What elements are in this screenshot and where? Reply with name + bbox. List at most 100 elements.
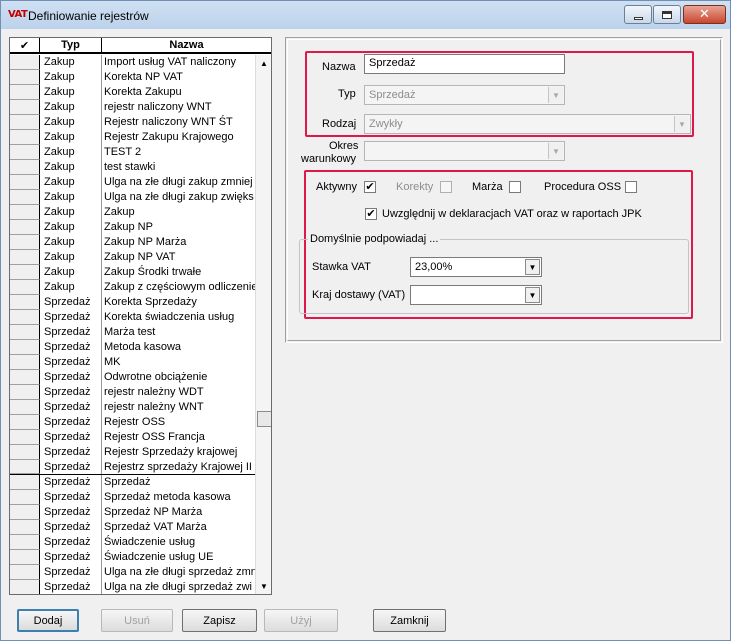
register-grid[interactable]: ✔ Typ Nazwa Zakup Import usług VAT nalicz… [9,37,272,595]
table-row[interactable]: Sprzedaż Świadczenie usług [10,535,255,550]
okres-select[interactable]: ▼ [364,141,565,161]
table-row[interactable]: Zakup Ulga na złe długi zakup zwięks [10,190,255,205]
stawka-select[interactable]: 23,00% ▼ [410,257,542,277]
row-check-cell[interactable] [10,520,40,535]
scroll-thumb[interactable] [257,411,271,427]
row-check-cell[interactable] [10,295,40,310]
table-row[interactable]: Sprzedaż Korekta świadczenia usług [10,310,255,325]
row-check-cell[interactable] [10,85,40,100]
close-button[interactable]: ✕ [683,5,726,24]
table-row[interactable]: Zakup Ulga na złe długi zakup zmniej [10,175,255,190]
row-check-cell[interactable] [10,220,40,235]
row-check-cell[interactable] [10,355,40,370]
table-row[interactable]: Sprzedaż rejestr należny WDT [10,385,255,400]
rodzaj-select[interactable]: Zwykły ▼ [364,114,691,134]
row-check-cell[interactable] [10,100,40,115]
row-check-cell[interactable] [10,340,40,355]
table-row[interactable]: Sprzedaż Rejestr Sprzedaży krajowej [10,445,255,460]
row-check-cell[interactable] [10,535,40,550]
table-row[interactable]: Sprzedaż Sprzedaż VAT Marża [10,520,255,535]
table-row[interactable]: Zakup Zakup [10,205,255,220]
row-check-cell[interactable] [10,475,40,490]
row-check-cell[interactable] [10,490,40,505]
table-row[interactable]: Zakup Zakup z częściowym odliczenie [10,280,255,295]
scroll-down-button[interactable]: ▼ [256,578,271,594]
grid-header-nazwa[interactable]: Nazwa [102,38,271,52]
row-check-cell[interactable] [10,565,40,580]
row-check-cell[interactable] [10,445,40,460]
scroll-up-button[interactable]: ▲ [256,55,271,71]
table-row[interactable]: Sprzedaż Sprzedaż metoda kasowa [10,490,255,505]
row-check-cell[interactable] [10,505,40,520]
row-check-cell[interactable] [10,145,40,160]
table-row[interactable]: Sprzedaż rejestr należny WNT [10,400,255,415]
table-row[interactable]: Zakup rejestr naliczony WNT [10,100,255,115]
row-check-cell[interactable] [10,400,40,415]
marza-checkbox[interactable] [509,181,521,193]
table-row[interactable]: Zakup TEST 2 [10,145,255,160]
typ-select[interactable]: Sprzedaż ▼ [364,85,565,105]
table-row[interactable]: Sprzedaż Korekta Sprzedaży [10,295,255,310]
maximize-button[interactable] [653,5,681,24]
table-row[interactable]: Sprzedaż Sprzedaż NP Marża [10,505,255,520]
row-check-cell[interactable] [10,580,40,594]
row-check-cell[interactable] [10,325,40,340]
table-row[interactable]: Sprzedaż Odwrotne obciążenie [10,370,255,385]
table-row[interactable]: Zakup Korekta NP VAT [10,70,255,85]
title-bar[interactable]: VAT Definiowanie rejestrów ✕ [1,1,730,29]
close-dialog-button[interactable]: Zamknij [373,609,446,632]
table-row[interactable]: Sprzedaż Rejestr OSS Francja [10,430,255,445]
row-check-cell[interactable] [10,415,40,430]
delete-button[interactable]: Usuń [101,609,173,632]
table-row[interactable]: Sprzedaż Ulga na złe długi sprzedaż zwi [10,580,255,594]
use-button[interactable]: Użyj [264,609,338,632]
table-row[interactable]: Zakup Korekta Zakupu [10,85,255,100]
korekty-checkbox[interactable] [440,181,452,193]
row-check-cell[interactable] [10,460,40,474]
row-check-cell[interactable] [10,130,40,145]
row-check-cell[interactable] [10,205,40,220]
row-check-cell[interactable] [10,280,40,295]
minimize-button[interactable] [624,5,652,24]
oss-checkbox[interactable] [625,181,637,193]
grid-scrollbar[interactable]: ▲ ▼ [255,55,271,594]
table-row[interactable]: Sprzedaż Rejestrz sprzedaży Krajowej II [10,460,255,475]
table-row[interactable]: Zakup Zakup NP VAT [10,250,255,265]
table-row[interactable]: Sprzedaż Sprzedaż [10,475,255,490]
table-row[interactable]: Zakup Rejestr Zakupu Krajowego [10,130,255,145]
nazwa-input[interactable]: Sprzedaż [364,54,565,74]
grid-header-check[interactable]: ✔ [10,38,40,52]
table-row[interactable]: Sprzedaż Ulga na złe długi sprzedaż zmn [10,565,255,580]
save-button[interactable]: Zapisz [182,609,257,632]
row-check-cell[interactable] [10,70,40,85]
table-row[interactable]: Sprzedaż Świadczenie usług UE [10,550,255,565]
table-row[interactable]: Sprzedaż Metoda kasowa [10,340,255,355]
table-row[interactable]: Zakup Import usług VAT naliczony [10,55,255,70]
row-check-cell[interactable] [10,250,40,265]
jpk-checkbox[interactable]: ✔ [365,208,377,220]
row-check-cell[interactable] [10,385,40,400]
table-row[interactable]: Zakup Zakup Środki trwałe [10,265,255,280]
table-row[interactable]: Zakup Zakup NP Marża [10,235,255,250]
row-check-cell[interactable] [10,265,40,280]
row-check-cell[interactable] [10,115,40,130]
table-row[interactable]: Zakup Zakup NP [10,220,255,235]
row-check-cell[interactable] [10,550,40,565]
row-check-cell[interactable] [10,190,40,205]
table-row[interactable]: Zakup Rejestr naliczony WNT ŚT [10,115,255,130]
add-button[interactable]: Dodaj [17,609,79,632]
row-check-cell[interactable] [10,235,40,250]
table-row[interactable]: Sprzedaż MK [10,355,255,370]
aktywny-checkbox[interactable]: ✔ [364,181,376,193]
row-check-cell[interactable] [10,55,40,70]
row-check-cell[interactable] [10,175,40,190]
table-row[interactable]: Sprzedaż Marża test [10,325,255,340]
row-check-cell[interactable] [10,370,40,385]
grid-header-typ[interactable]: Typ [40,38,102,52]
row-check-cell[interactable] [10,310,40,325]
row-check-cell[interactable] [10,430,40,445]
table-row[interactable]: Zakup test stawki [10,160,255,175]
row-check-cell[interactable] [10,160,40,175]
table-row[interactable]: Sprzedaż Rejestr OSS [10,415,255,430]
kraj-select[interactable]: ▼ [410,285,542,305]
